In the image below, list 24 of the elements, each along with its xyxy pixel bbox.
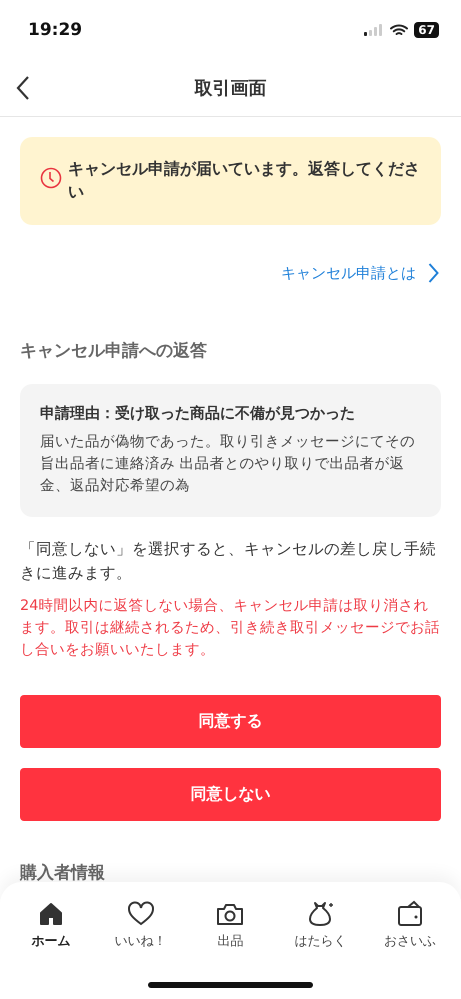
notice-text: キャンセル申請が届いています。返答してください [68, 158, 421, 203]
reason-text: 届いた品が偽物であった。取り引きメッセージにてその旨出品者に連絡済み 出品者とのやり取りで出品者が返金、返品対応希望の為 [40, 433, 416, 496]
signal-icon [364, 24, 384, 36]
clock-icon [40, 167, 62, 189]
back-icon[interactable] [16, 76, 30, 100]
tab[interactable]: いいね！ [100, 900, 181, 956]
help-link[interactable]: キャンセル申請とは [281, 264, 416, 282]
agree-button[interactable]: 同意する [20, 695, 441, 748]
disagree-button[interactable]: 同意しない [20, 768, 441, 821]
tab[interactable]: はたらく [280, 900, 360, 956]
heart-icon [126, 900, 156, 928]
tab[interactable]: 出品 [190, 900, 270, 956]
tab[interactable]: ホーム [10, 900, 91, 956]
info-text: 「同意しない」を選択すると、キャンセルの差し戻し手続きに進みます。 [20, 539, 437, 584]
chevron-right-icon[interactable] [428, 263, 439, 283]
warning-text: 24時間以内に返答しない場合、キャンセル申請は取り消されます。取引は継続されるため、引き続き取引メッセージでお話し合いをお願いいたします。 [20, 597, 441, 660]
status-time: 19:29 [28, 20, 82, 40]
reason-title: 申請理由：受け取った商品に不備が見つかった [40, 404, 356, 423]
section-title: 購入者情報 [20, 862, 106, 884]
wifi-icon [390, 24, 408, 36]
battery-level: 67 [414, 22, 439, 38]
tab[interactable]: おさいふ [370, 900, 450, 956]
section-title: キャンセル申請への返答 [20, 340, 208, 362]
page-title: 取引画面 [194, 77, 266, 100]
